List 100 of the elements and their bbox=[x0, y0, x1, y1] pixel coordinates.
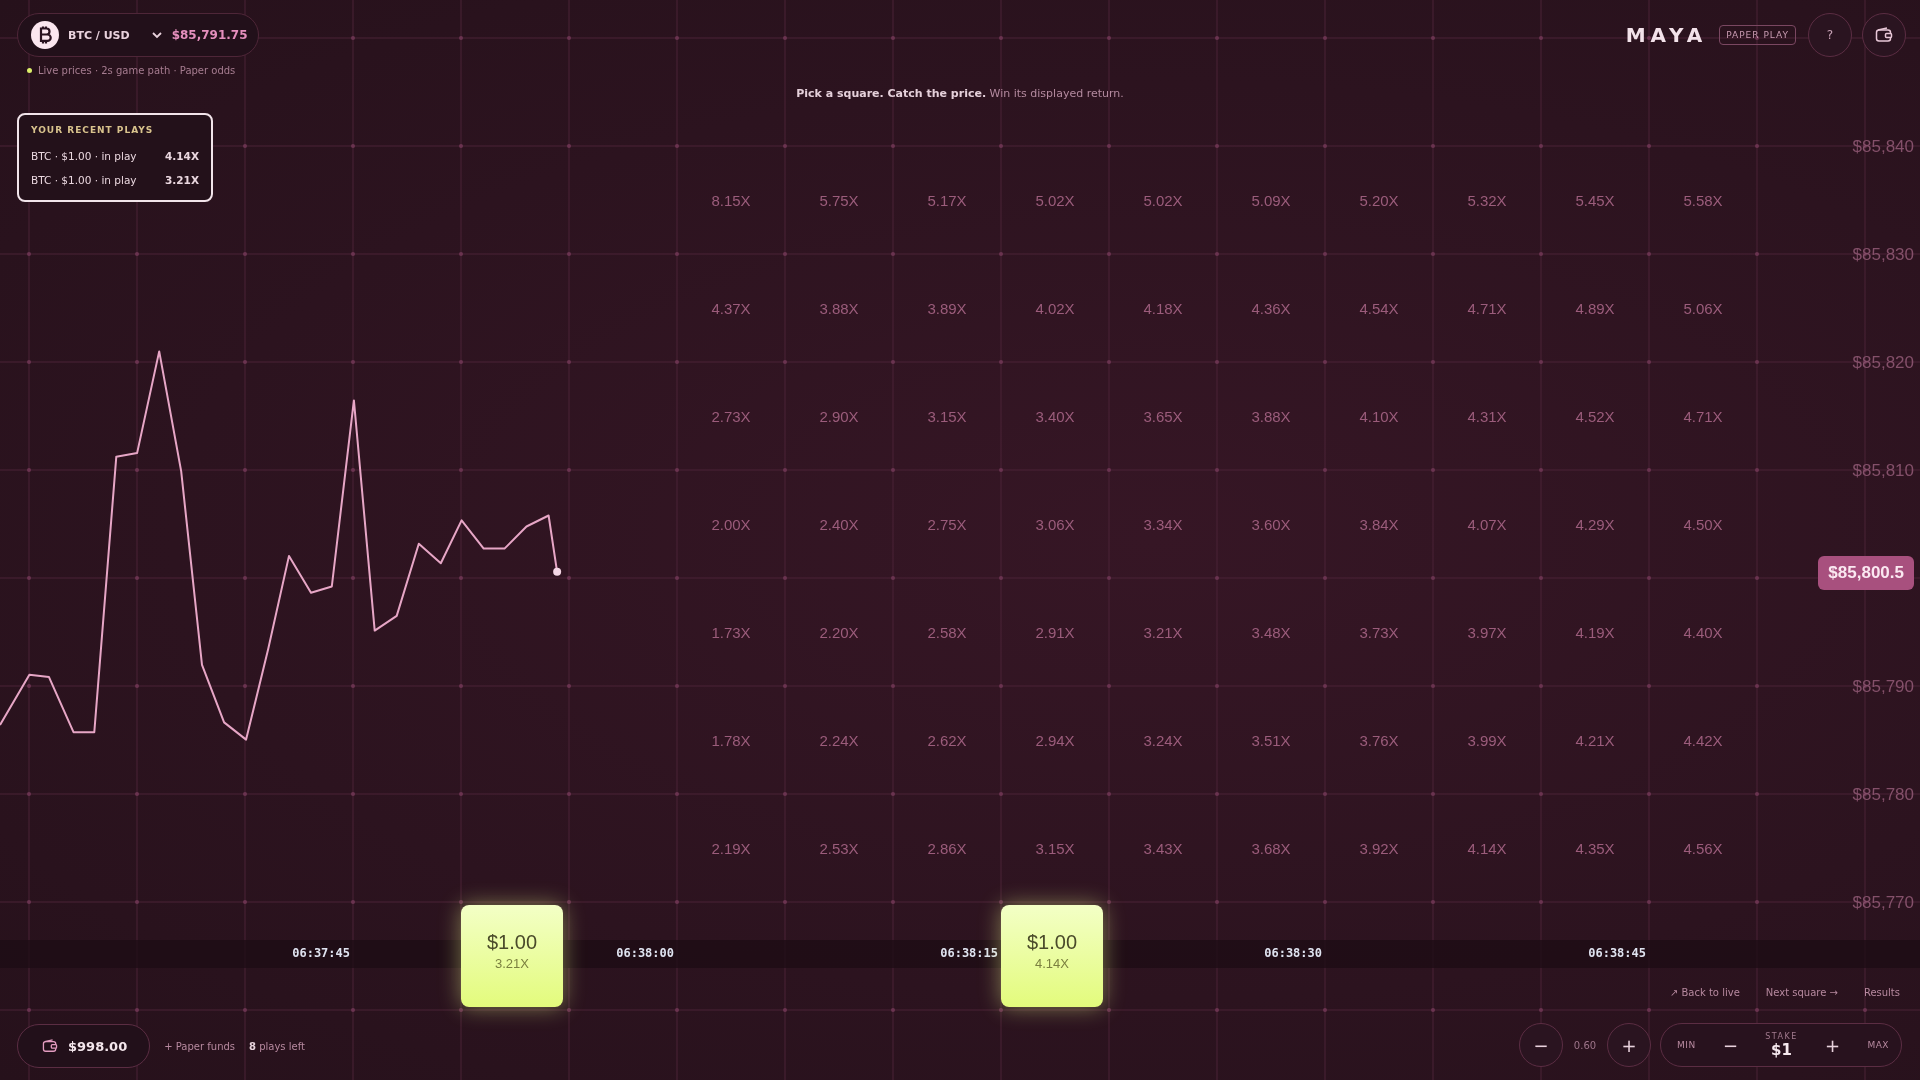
multiplier-square[interactable]: 1.78X bbox=[711, 731, 751, 749]
multiplier-square[interactable]: 3.89X bbox=[927, 299, 967, 317]
multiplier-square[interactable]: 5.20X bbox=[1359, 191, 1399, 209]
multiplier-square[interactable]: 4.21X bbox=[1575, 731, 1615, 749]
multiplier-square[interactable]: 3.40X bbox=[1035, 407, 1075, 425]
pair-price: $85,791.75 bbox=[171, 28, 248, 42]
multiplier-square[interactable]: 5.09X bbox=[1251, 191, 1291, 209]
multiplier-square[interactable]: 3.88X bbox=[1251, 407, 1291, 425]
price-axis-label: $85,820 bbox=[1852, 352, 1914, 373]
multiplier-square[interactable]: 4.36X bbox=[1251, 299, 1291, 317]
balance-amount: $998.00 bbox=[68, 1038, 128, 1054]
multiplier-square[interactable]: 1.73X bbox=[711, 623, 751, 641]
multiplier-square[interactable]: 3.92X bbox=[1359, 839, 1399, 857]
multiplier-square[interactable]: 3.24X bbox=[1143, 731, 1183, 749]
multiplier-square[interactable]: 5.58X bbox=[1683, 191, 1723, 209]
multiplier-square[interactable]: 2.20X bbox=[819, 623, 859, 641]
multiplier-square[interactable]: 4.31X bbox=[1467, 407, 1507, 425]
multiplier-square[interactable]: 3.88X bbox=[819, 299, 859, 317]
multiplier-square[interactable]: 2.62X bbox=[927, 731, 967, 749]
chevron-down-icon bbox=[150, 31, 163, 39]
multiplier-square[interactable]: 3.34X bbox=[1143, 515, 1183, 533]
multiplier-square[interactable]: 4.29X bbox=[1575, 515, 1615, 533]
multiplier-square[interactable]: 4.56X bbox=[1683, 839, 1723, 857]
multiplier-square[interactable]: 4.50X bbox=[1683, 515, 1723, 533]
multiplier-square[interactable]: 5.02X bbox=[1143, 191, 1183, 209]
multiplier-square[interactable]: 4.02X bbox=[1035, 299, 1075, 317]
multiplier-square[interactable]: 4.42X bbox=[1683, 731, 1723, 749]
multiplier-square[interactable]: 3.15X bbox=[1035, 839, 1075, 857]
multiplier-square[interactable]: 2.73X bbox=[711, 407, 751, 425]
wallet-button[interactable] bbox=[1862, 13, 1906, 57]
multiplier-square[interactable]: 4.54X bbox=[1359, 299, 1399, 317]
multiplier-square[interactable]: 3.76X bbox=[1359, 731, 1399, 749]
multiplier-square[interactable]: 2.91X bbox=[1035, 623, 1075, 641]
multiplier-square[interactable]: 4.07X bbox=[1467, 515, 1507, 533]
wallet-icon bbox=[1875, 27, 1893, 43]
multiplier-square[interactable]: 4.19X bbox=[1575, 623, 1615, 641]
multiplier-square[interactable]: 4.14X bbox=[1467, 839, 1507, 857]
zoom-value: 0.60 bbox=[1572, 1039, 1598, 1051]
multiplier-square[interactable]: 4.10X bbox=[1359, 407, 1399, 425]
multiplier-square[interactable]: 3.84X bbox=[1359, 515, 1399, 533]
multiplier-square[interactable]: 2.75X bbox=[927, 515, 967, 533]
multiplier-square[interactable]: 2.58X bbox=[927, 623, 967, 641]
zoom-out-button[interactable]: − bbox=[1519, 1023, 1563, 1067]
multiplier-square[interactable]: 3.68X bbox=[1251, 839, 1291, 857]
multiplier-square[interactable]: 2.19X bbox=[711, 839, 751, 857]
min-stake-button[interactable]: MIN bbox=[1677, 1040, 1696, 1050]
placed-bet-tile[interactable]: $1.00 4.14X bbox=[1001, 905, 1103, 1007]
bet-stake: $1.00 bbox=[486, 931, 538, 954]
multiplier-square[interactable]: 3.15X bbox=[927, 407, 967, 425]
multiplier-square[interactable]: 5.45X bbox=[1575, 191, 1615, 209]
nav-link[interactable]: Results bbox=[1863, 987, 1900, 998]
decrease-stake-button[interactable]: − bbox=[1722, 1034, 1738, 1056]
paper-funds-link[interactable]: + Paper funds bbox=[164, 1040, 236, 1052]
multiplier-square[interactable]: 2.90X bbox=[819, 407, 859, 425]
wallet-icon bbox=[42, 1039, 58, 1053]
bet-multiplier: 4.14X bbox=[1035, 956, 1069, 971]
multiplier-square[interactable]: 5.06X bbox=[1683, 299, 1723, 317]
multiplier-square[interactable]: 3.43X bbox=[1143, 839, 1183, 857]
multiplier-square[interactable]: 4.52X bbox=[1575, 407, 1615, 425]
multiplier-square[interactable]: 4.40X bbox=[1683, 623, 1723, 641]
multiplier-square[interactable]: 3.51X bbox=[1251, 731, 1291, 749]
multiplier-square[interactable]: 4.35X bbox=[1575, 839, 1615, 857]
multiplier-square[interactable]: 4.89X bbox=[1575, 299, 1615, 317]
max-stake-button[interactable]: MAX bbox=[1867, 1040, 1889, 1050]
multiplier-square[interactable]: 3.06X bbox=[1035, 515, 1075, 533]
multiplier-square[interactable]: 3.48X bbox=[1251, 623, 1291, 641]
pair-symbol: BTC / USD bbox=[68, 28, 130, 42]
multiplier-square[interactable]: 3.65X bbox=[1143, 407, 1183, 425]
price-axis-label: $85,830 bbox=[1852, 244, 1914, 265]
multiplier-square[interactable]: 5.02X bbox=[1035, 191, 1075, 209]
placed-bet-tile[interactable]: $1.00 3.21X bbox=[461, 905, 563, 1007]
multiplier-square[interactable]: 2.40X bbox=[819, 515, 859, 533]
multiplier-square[interactable]: 8.15X bbox=[711, 191, 751, 209]
price-axis-label: $85,810 bbox=[1852, 460, 1914, 481]
nav-link[interactable]: ↗ Back to live bbox=[1669, 987, 1740, 998]
multiplier-square[interactable]: 4.71X bbox=[1467, 299, 1507, 317]
multiplier-square[interactable]: 4.37X bbox=[711, 299, 751, 317]
multiplier-square[interactable]: 4.18X bbox=[1143, 299, 1183, 317]
multiplier-square[interactable]: 5.75X bbox=[819, 191, 859, 209]
multiplier-square[interactable]: 5.17X bbox=[927, 191, 967, 209]
brand-logo: MAYA bbox=[1625, 23, 1708, 47]
pair-selector[interactable]: BTC / USD $85,791.75 bbox=[17, 13, 259, 57]
multiplier-square[interactable]: 2.24X bbox=[819, 731, 859, 749]
zoom-in-button[interactable]: + bbox=[1607, 1023, 1651, 1067]
multiplier-square[interactable]: 2.53X bbox=[819, 839, 859, 857]
bitcoin-icon bbox=[31, 21, 59, 49]
multiplier-square[interactable]: 3.97X bbox=[1467, 623, 1507, 641]
help-button[interactable]: ? bbox=[1808, 13, 1852, 57]
multiplier-square[interactable]: 2.94X bbox=[1035, 731, 1075, 749]
multiplier-square[interactable]: 2.00X bbox=[711, 515, 751, 533]
multiplier-square[interactable]: 3.60X bbox=[1251, 515, 1291, 533]
multiplier-square[interactable]: 5.32X bbox=[1467, 191, 1507, 209]
multiplier-square[interactable]: 3.99X bbox=[1467, 731, 1507, 749]
multiplier-square[interactable]: 2.86X bbox=[927, 839, 967, 857]
multiplier-square[interactable]: 3.21X bbox=[1143, 623, 1183, 641]
nav-link[interactable]: Next square → bbox=[1765, 987, 1838, 998]
multiplier-square[interactable]: 4.71X bbox=[1683, 407, 1723, 425]
balance-pill[interactable]: $998.00 bbox=[17, 1024, 151, 1068]
multiplier-square[interactable]: 3.73X bbox=[1359, 623, 1399, 641]
increase-stake-button[interactable]: + bbox=[1825, 1034, 1841, 1056]
